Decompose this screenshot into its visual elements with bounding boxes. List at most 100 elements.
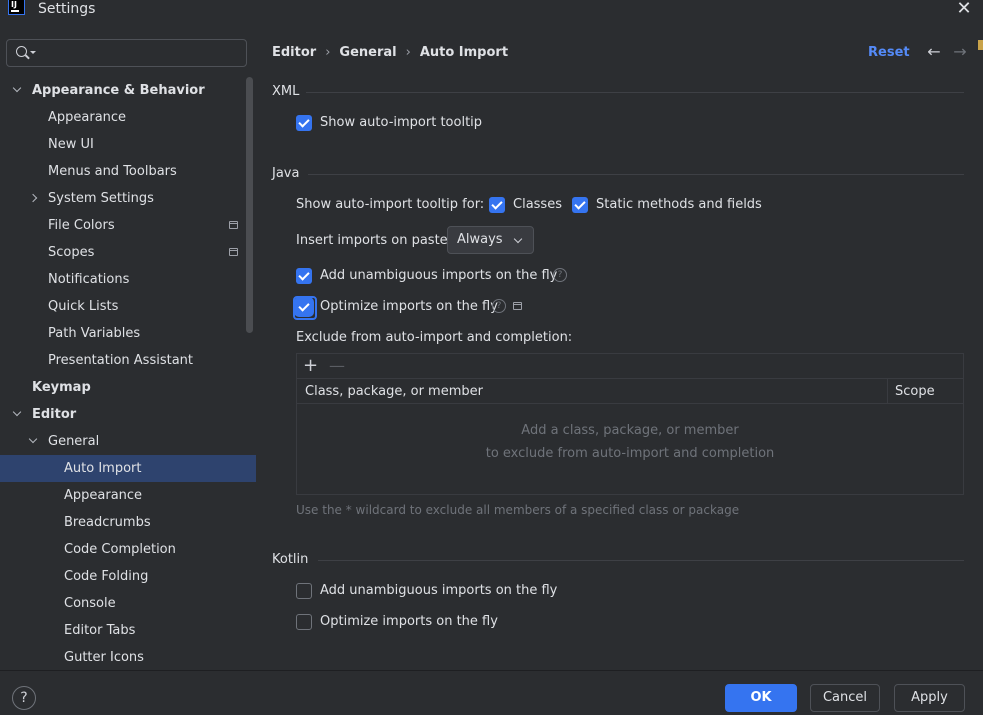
section-divider xyxy=(318,560,964,561)
sidebar-item-console[interactable]: Console xyxy=(0,590,256,617)
insert-on-paste-label: Insert imports on paste: xyxy=(296,233,453,248)
sidebar-item-label: Appearance & Behavior xyxy=(32,83,205,98)
breadcrumb-item-editor: Editor xyxy=(272,45,317,60)
help-button[interactable]: ? xyxy=(12,686,36,710)
sidebar-item-presentation-assistant[interactable]: Presentation Assistant xyxy=(0,347,256,374)
sidebar-item-label: Path Variables xyxy=(48,326,141,341)
settings-sidebar: Appearance & Behavior Appearance New UI Men… xyxy=(0,32,256,670)
sidebar-item-label: System Settings xyxy=(48,191,154,206)
sidebar-item-scopes[interactable]: Scopes xyxy=(0,239,256,266)
project-level-icon xyxy=(513,302,522,310)
arrow-left-icon[interactable]: ← xyxy=(925,42,943,62)
sidebar-item-label: General xyxy=(48,434,100,449)
sidebar-item-editor[interactable]: Editor xyxy=(0,401,256,428)
reset-link[interactable]: Reset xyxy=(868,44,910,62)
kotlin-add-unambiguous-label: Add unambiguous imports on the fly xyxy=(320,583,558,598)
chevron-down-icon[interactable] xyxy=(12,83,22,93)
java-optimize-imports-checkbox[interactable] xyxy=(293,296,317,320)
column-divider[interactable] xyxy=(887,379,888,404)
empty-table-text-line2: to exclude from auto-import and completi… xyxy=(485,446,775,461)
sidebar-item-label: Menus and Toolbars xyxy=(48,164,177,179)
section-divider xyxy=(308,174,964,175)
chevron-down-icon[interactable] xyxy=(28,434,38,444)
sidebar-item-new-ui[interactable]: New UI xyxy=(0,131,256,158)
java-add-unambiguous-checkbox[interactable] xyxy=(296,268,312,284)
sidebar-item-notifications[interactable]: Notifications xyxy=(0,266,256,293)
sidebar-item-label: Keymap xyxy=(32,380,91,395)
sidebar-item-label: Editor xyxy=(32,407,77,422)
sidebar-item-auto-import[interactable]: Auto Import xyxy=(0,455,256,482)
column-header-scope[interactable]: Scope xyxy=(895,379,935,404)
chevron-down-icon xyxy=(513,234,523,244)
breadcrumb-item-auto-import: Auto Import xyxy=(419,45,509,60)
search-options-chevron-icon[interactable] xyxy=(30,51,36,54)
sidebar-item-label: New UI xyxy=(48,137,94,152)
cancel-button[interactable]: Cancel xyxy=(810,684,880,712)
breadcrumb: Editor › General › Auto Import xyxy=(272,44,508,62)
settings-search-input[interactable] xyxy=(6,39,247,67)
wildcard-hint: Use the * wildcard to exclude all member… xyxy=(296,503,740,517)
xml-show-tooltip-label: Show auto-import tooltip xyxy=(320,115,483,130)
sidebar-item-appearance[interactable]: Appearance xyxy=(0,104,256,131)
sidebar-item-label: Appearance xyxy=(48,110,127,125)
sidebar-item-quick-lists[interactable]: Quick Lists xyxy=(0,293,256,320)
kotlin-optimize-imports-checkbox[interactable] xyxy=(296,614,312,630)
java-add-unambiguous-label: Add unambiguous imports on the fly xyxy=(320,268,558,283)
help-question-icon[interactable]: ? xyxy=(553,268,567,282)
exclude-label: Exclude from auto-import and completion: xyxy=(296,330,573,345)
exclude-table: + — Class, package, or member Scope Add … xyxy=(296,353,964,495)
project-level-icon xyxy=(229,248,238,256)
sidebar-item-label: Quick Lists xyxy=(48,299,119,314)
add-icon[interactable]: + xyxy=(303,355,318,377)
sidebar-item-file-colors[interactable]: File Colors xyxy=(0,212,256,239)
sidebar-item-label: File Colors xyxy=(48,218,115,233)
breadcrumb-separator: › xyxy=(325,45,331,60)
java-optimize-imports-label: Optimize imports on the fly xyxy=(320,299,498,314)
sidebar-item-keymap[interactable]: Keymap xyxy=(0,374,256,401)
sidebar-item-path-variables[interactable]: Path Variables xyxy=(0,320,256,347)
kotlin-optimize-imports-label: Optimize imports on the fly xyxy=(320,614,498,629)
column-header-class[interactable]: Class, package, or member xyxy=(305,379,483,404)
table-toolbar: + — xyxy=(297,354,963,379)
sidebar-item-breadcrumbs[interactable]: Breadcrumbs xyxy=(0,509,256,536)
sidebar-item-menus-and-toolbars[interactable]: Menus and Toolbars xyxy=(0,158,256,185)
sidebar-item-label: Auto Import xyxy=(64,461,142,476)
apply-button[interactable]: Apply xyxy=(894,684,965,712)
static-methods-label: Static methods and fields xyxy=(596,197,762,212)
insert-on-paste-value: Always xyxy=(457,232,503,247)
sidebar-item-general[interactable]: General xyxy=(0,428,256,455)
sidebar-item-label: Breadcrumbs xyxy=(64,515,151,530)
sidebar-item-appearance[interactable]: Appearance xyxy=(0,482,256,509)
sidebar-item-label: Scopes xyxy=(48,245,95,260)
sidebar-item-label: Appearance xyxy=(64,488,143,503)
chevron-down-icon[interactable] xyxy=(12,407,22,417)
sidebar-item-code-folding[interactable]: Code Folding xyxy=(0,563,256,590)
classes-label: Classes xyxy=(513,197,562,212)
help-question-icon[interactable]: ? xyxy=(492,299,506,313)
window-title: Settings xyxy=(38,1,96,17)
sidebar-item-appearance-behavior[interactable]: Appearance & Behavior xyxy=(0,77,256,104)
sidebar-item-label: Notifications xyxy=(48,272,130,287)
sidebar-item-gutter-icons[interactable]: Gutter Icons xyxy=(0,644,256,671)
sidebar-item-editor-tabs[interactable]: Editor Tabs xyxy=(0,617,256,644)
chevron-right-icon[interactable] xyxy=(28,193,38,203)
sidebar-item-code-completion[interactable]: Code Completion xyxy=(0,536,256,563)
sidebar-item-label: Code Completion xyxy=(64,542,176,557)
window-edge-marker xyxy=(978,40,983,50)
title-bar: Settings ✕ xyxy=(0,0,983,32)
empty-table-text-line1: Add a class, package, or member xyxy=(521,423,739,438)
dialog-button-bar: ? OK Cancel Apply xyxy=(0,670,983,715)
insert-on-paste-select[interactable]: Always xyxy=(447,226,534,254)
sidebar-item-system-settings[interactable]: System Settings xyxy=(0,185,256,212)
classes-checkbox[interactable] xyxy=(489,197,505,213)
ok-button[interactable]: OK xyxy=(725,684,797,712)
close-icon[interactable]: ✕ xyxy=(952,0,976,19)
xml-show-tooltip-checkbox[interactable] xyxy=(296,115,312,131)
static-methods-checkbox[interactable] xyxy=(572,197,588,213)
remove-icon: — xyxy=(329,356,345,375)
kotlin-add-unambiguous-checkbox[interactable] xyxy=(296,583,312,599)
arrow-right-icon[interactable]: → xyxy=(951,42,969,62)
intellij-logo-icon xyxy=(8,0,25,15)
settings-content: Editor › General › Auto Import Reset ← → XML… xyxy=(256,32,983,670)
sidebar-scrollbar[interactable] xyxy=(246,77,253,333)
